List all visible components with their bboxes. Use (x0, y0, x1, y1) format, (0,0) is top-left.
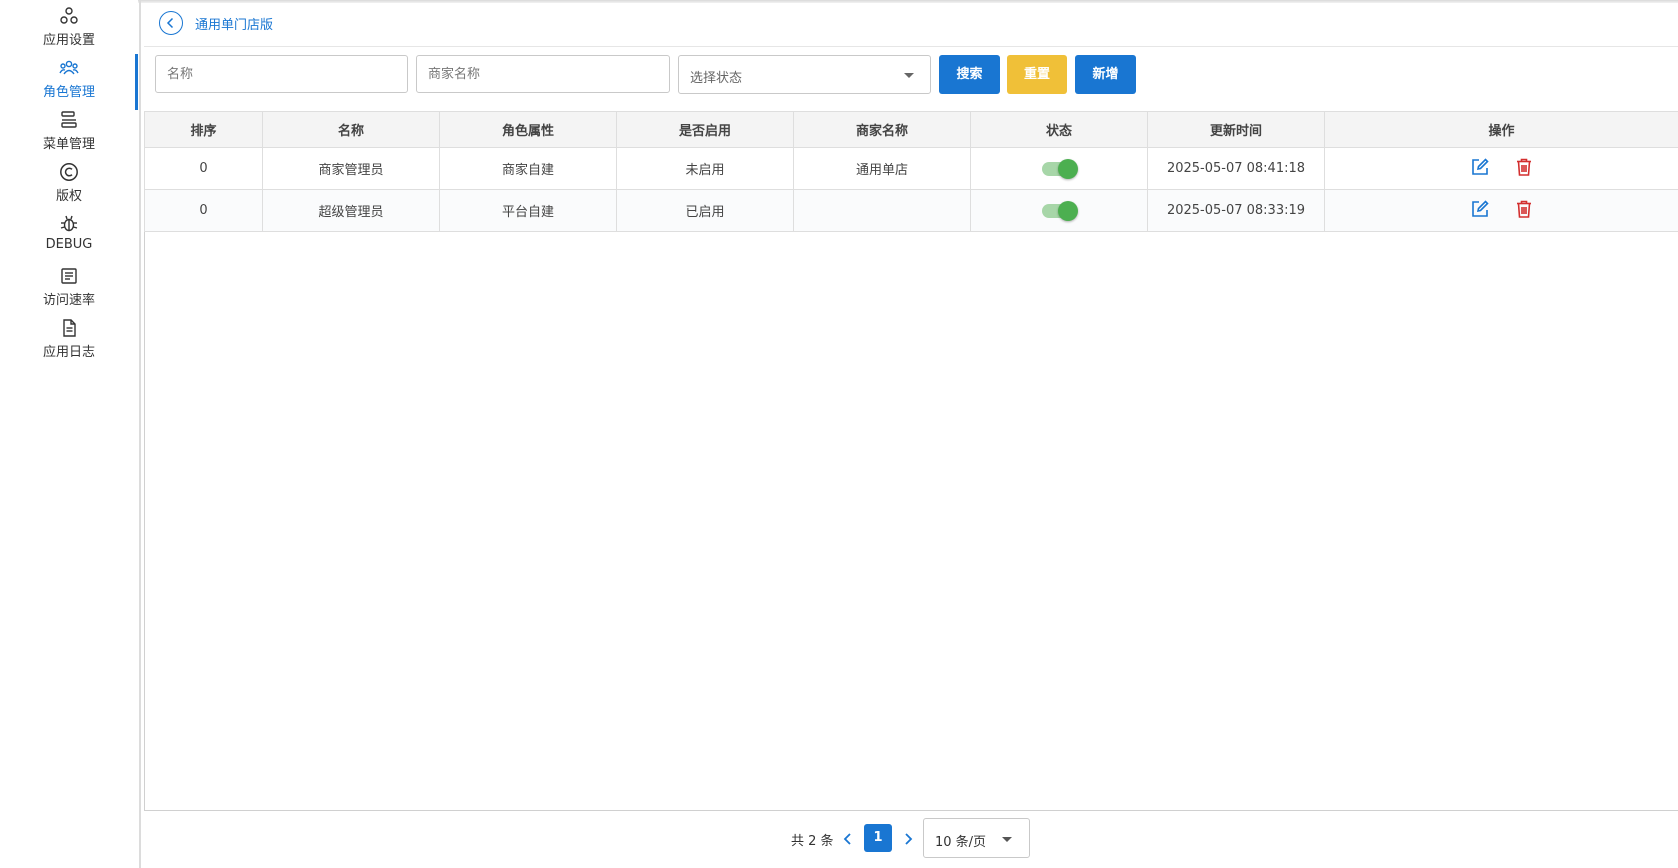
merchant-name-input[interactable] (416, 55, 670, 93)
table-row[interactable]: 0 商家管理员 商家自建 未启用 通用单店 2025-05-07 08:41:1… (144, 147, 1678, 190)
search-button[interactable]: 搜索 (939, 55, 1000, 94)
copyright-icon (59, 162, 79, 182)
cell-merchant-name (793, 189, 971, 232)
delete-icon[interactable] (1514, 157, 1534, 177)
sidebar-item-access-rate[interactable]: 访问速率 (0, 262, 138, 318)
app-settings-icon (59, 6, 79, 26)
caret-down-icon (904, 73, 914, 78)
cell-role-attribute: 平台自建 (439, 189, 617, 232)
sidebar-item-label: 角色管理 (42, 85, 95, 100)
column-header[interactable]: 商家名称 (793, 111, 971, 148)
column-header[interactable]: 是否启用 (616, 111, 794, 148)
column-header[interactable]: 操作 (1324, 111, 1678, 148)
bug-icon (59, 214, 79, 234)
column-header[interactable]: 排序 (144, 111, 263, 148)
roles-table: 排序 名称 角色属性 是否启用 商家名称 状态 更新时间 操作 0 商家管理员 … (144, 111, 1678, 232)
toggle-knob (1058, 158, 1078, 179)
caret-down-icon (1002, 837, 1012, 842)
sidebar-item-label: 访问速率 (42, 293, 95, 308)
status-toggle[interactable] (1042, 200, 1078, 221)
add-button[interactable]: 新增 (1075, 55, 1136, 94)
chevron-left-icon (166, 17, 174, 29)
column-header[interactable]: 更新时间 (1147, 111, 1325, 148)
cell-enabled: 已启用 (616, 189, 794, 232)
cell-updated-time: 2025-05-07 08:33:19 (1147, 189, 1325, 232)
page-size-value: 10 条/页 (935, 835, 987, 850)
chevron-right-icon[interactable] (900, 827, 916, 851)
sidebar-item-label: 应用设置 (42, 33, 95, 48)
header-divider (144, 46, 1678, 47)
article-icon (59, 266, 79, 286)
table-row[interactable]: 0 超级管理员 平台自建 已启用 2025-05-07 08:33:19 (144, 189, 1678, 232)
cell-updated-time: 2025-05-07 08:41:18 (1147, 147, 1325, 190)
column-header[interactable]: 名称 (262, 111, 440, 148)
back-button[interactable] (159, 11, 183, 35)
cell-enabled: 未启用 (616, 147, 794, 190)
sidebar-item-label: 菜单管理 (42, 137, 95, 152)
sidebar-item-app-settings[interactable]: 应用设置 (0, 2, 138, 58)
sidebar-item-menu[interactable]: 菜单管理 (0, 106, 138, 162)
status-toggle[interactable] (1042, 158, 1078, 179)
cell-name: 商家管理员 (262, 147, 440, 190)
reset-button[interactable]: 重置 (1007, 55, 1067, 94)
pagination-total: 共 2 条 (791, 834, 834, 849)
edit-icon[interactable] (1470, 157, 1490, 177)
page-title[interactable]: 通用单门店版 (195, 14, 273, 33)
status-select-placeholder: 选择状态 (690, 71, 743, 86)
cell-role-attribute: 商家自建 (439, 147, 617, 190)
sidebar-item-label: 应用日志 (42, 345, 95, 360)
sidebar-item-label: 版权 (55, 189, 82, 204)
page-size-select[interactable]: 10 条/页 (923, 818, 1030, 858)
chevron-left-icon[interactable] (840, 827, 856, 851)
sidebar-item-label: DEBUG (45, 237, 93, 252)
sidebar-item-copyright[interactable]: 版权 (0, 158, 138, 214)
name-input[interactable] (155, 55, 408, 93)
cell-merchant-name: 通用单店 (793, 147, 971, 190)
cell-status (970, 189, 1148, 232)
status-select[interactable]: 选择状态 (678, 55, 931, 94)
cell-sort: 0 (144, 189, 263, 232)
top-shadow (0, 0, 1678, 3)
users-icon (59, 58, 79, 78)
page-number-current[interactable]: 1 (864, 824, 892, 852)
cell-sort: 0 (144, 147, 263, 190)
delete-icon[interactable] (1514, 199, 1534, 219)
cell-actions (1324, 189, 1678, 232)
menu-icon (59, 110, 79, 130)
edit-icon[interactable] (1470, 199, 1490, 219)
document-icon (59, 318, 79, 338)
cell-actions (1324, 147, 1678, 190)
column-header[interactable]: 状态 (970, 111, 1148, 148)
cell-name: 超级管理员 (262, 189, 440, 232)
table-header-row: 排序 名称 角色属性 是否启用 商家名称 状态 更新时间 操作 (144, 111, 1678, 148)
cell-status (970, 147, 1148, 190)
roles-table-container: 排序 名称 角色属性 是否启用 商家名称 状态 更新时间 操作 0 商家管理员 … (144, 111, 1678, 811)
sidebar-item-app-log[interactable]: 应用日志 (0, 314, 138, 370)
sidebar: 应用设置 角色管理 菜单管理 版权 DEBUG 访问速率 应用日志 (0, 0, 138, 868)
sidebar-item-debug[interactable]: DEBUG (0, 210, 138, 266)
sidebar-divider (139, 0, 141, 868)
toggle-knob (1058, 200, 1078, 221)
sidebar-item-roles[interactable]: 角色管理 (0, 54, 138, 110)
column-header[interactable]: 角色属性 (439, 111, 617, 148)
